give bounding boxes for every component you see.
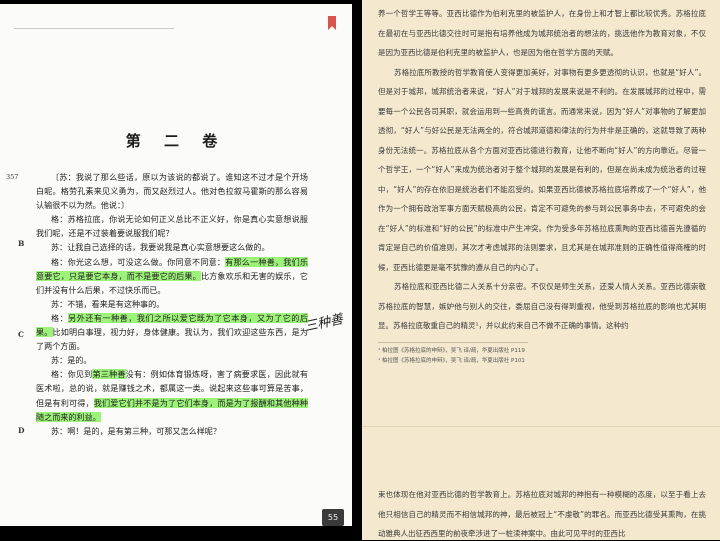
margin-letter-b: B: [18, 239, 25, 248]
chapter-title: 第 二 卷: [125, 132, 227, 150]
text-run: 苏：让我自己选择的话，我要说我是真心实意想要这么做的。: [51, 242, 270, 253]
text-run: 苏：啊！是的，是有第三种，可那又怎么样呢？: [51, 425, 221, 436]
header-rule: [14, 28, 174, 29]
book-paragraph: 〔苏：我说了那么些话，原以为该说的都说了。谁知这不过才是个开场白呢。格劳孔素来见…: [36, 170, 308, 212]
essay-text-continued: 束也体现在他对亚西比德的哲学教育上。苏格拉底对城邦的神抱有一种模糊的态度，以至于…: [378, 485, 706, 541]
text-run: 〔苏：我说了那么些话，原以为该说的都说了。谁知这不过才是个开场白呢。格劳孔素来见…: [36, 172, 308, 211]
essay-paragraph: 束也体现在他对亚西比德的哲学教育上。苏格拉底对城邦的神抱有一种模糊的态度，以至于…: [378, 490, 706, 538]
essay-paragraph: 养一个哲学王等等。亚西比德作为伯利克里的被监护人，在身份上和才智上都比较优秀。苏…: [378, 9, 706, 57]
book-paragraph: 格：另外还有一种善，我们之所以爱它既为了它本身，又为了它的后果。比如明白事理，视…: [36, 311, 308, 353]
text-run: 苏：不错，看来是有这种事的。: [51, 298, 165, 309]
left-reader-panel: 第 二 卷 357 B C D 〔苏：我说了那么些话，原以为该说的都说了。谁知这…: [0, 0, 362, 540]
book-paragraph: 格：你见到第三种善没有：例如体育锻炼呀，害了病要求医，因此就有医术啦，总的说，就…: [36, 367, 308, 423]
essay-text: 养一个哲学王等等。亚西比德作为伯利克里的被监护人，在身份上和才智上都比较优秀。苏…: [378, 4, 706, 336]
scanned-book-page[interactable]: 第 二 卷 357 B C D 〔苏：我说了那么些话，原以为该说的都说了。谁知这…: [0, 4, 352, 526]
book-text: 〔苏：我说了那么些话，原以为该说的都说了。谁知这不过才是个开场白呢。格劳孔素来见…: [36, 170, 308, 438]
essay-paragraph: 苏格拉底所教授的哲学教育使人变得更加美好，对事物有更多更透彻的认识，也就是“好人…: [378, 67, 706, 272]
page-number-badge[interactable]: 55: [322, 509, 344, 526]
margin-letter-c: C: [18, 330, 24, 339]
footnote-2: ¹ 柏拉图《苏格拉底的申辩》，吴飞 译/疏，华夏出版社 P101: [378, 358, 525, 364]
essay-paragraph: 苏格拉底和亚西比德二人关系十分亲密。不仅仅是师生关系，还爱人情人关系。亚西比德崇…: [378, 282, 706, 330]
footnote-rule: [378, 342, 528, 343]
book-paragraph: 苏：啊！是的，是有第三种，可那又怎么样呢？: [36, 424, 308, 438]
text-run: 格：苏格拉底，你说无论如何正义总比不正义好，你是真心实意想说服我们呢，还是不过装…: [36, 214, 308, 239]
highlighted-text[interactable]: 第三种善: [92, 369, 126, 380]
margin-stephanus-number: 357: [6, 173, 19, 181]
bookmark-icon[interactable]: [328, 16, 336, 30]
book-paragraph: 苏：是的。: [36, 353, 308, 367]
book-paragraph: 格：你光这么想，可没这么做。你同意不同意：有那么一种善，我们乐意要它，只是要它本…: [36, 255, 308, 297]
margin-letter-d: D: [18, 426, 25, 435]
text-run: 格：: [51, 312, 69, 323]
text-run: 苏：是的。: [51, 355, 92, 366]
essay-page-bottom[interactable]: 束也体现在他对亚西比德的哲学教育上。苏格拉底对城邦的神抱有一种模糊的态度，以至于…: [362, 426, 720, 541]
text-run: 格：你见到: [51, 369, 93, 380]
handwritten-annotation: 三种善: [303, 312, 345, 335]
text-run: 格：你光这么想，可没这么做。你同意不同意：: [51, 256, 226, 267]
right-reader-panel: 养一个哲学王等等。亚西比德作为伯利克里的被监护人，在身份上和才智上都比较优秀。苏…: [362, 0, 720, 540]
text-run: 比如明白事理，视力好，身体健康。我认为，我们欢迎这些东西，是为了两个方面。: [36, 327, 308, 352]
book-paragraph: 格：苏格拉底，你说无论如何正义总比不正义好，你是真心实意想说服我们呢，还是不过装…: [36, 212, 308, 240]
footnote-1: ¹ 柏拉图《苏格拉底的申辩》，吴飞 译/疏，华夏出版社 P119: [378, 348, 525, 354]
book-paragraph: 苏：让我自己选择的话，我要说我是真心实意想要这么做的。: [36, 240, 308, 254]
essay-page-top[interactable]: 养一个哲学王等等。亚西比德作为伯利克里的被监护人，在身份上和才智上都比较优秀。苏…: [362, 0, 720, 425]
book-paragraph: 苏：不错，看来是有这种事的。: [36, 297, 308, 311]
